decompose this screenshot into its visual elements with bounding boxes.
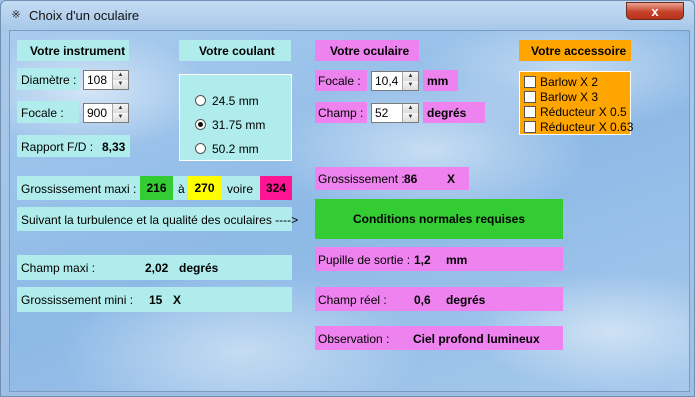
radio-icon[interactable]	[195, 143, 206, 154]
max-field-value: 2,02	[145, 261, 169, 275]
coulant-option-label: 24.5 mm	[212, 94, 259, 108]
coulant-option-label: 31.75 mm	[212, 118, 266, 132]
turbulence-note-box: Suivant la turbulence et la qualité des …	[17, 207, 298, 231]
instrument-focal-label: Focale :	[21, 106, 64, 120]
real-field-unit: degrés	[446, 293, 486, 307]
coulant-option-label: 50.2 mm	[212, 142, 259, 156]
focal-label-box: Focale :	[17, 101, 79, 123]
ratio-value: 8,33	[102, 140, 126, 154]
pupil-label: Pupille de sortie :	[318, 253, 411, 267]
instrument-focal-stepper[interactable]: 900 ▲ ▼	[83, 103, 129, 123]
checkbox-icon[interactable]	[524, 106, 536, 118]
magnification-label: Grossissement :	[318, 172, 405, 186]
coulant-header: Votre coulant	[179, 40, 291, 61]
pupil-box: Pupille de sortie : 1,2 mm	[315, 247, 563, 271]
diameter-label-box: Diamètre :	[17, 68, 79, 90]
real-field-value: 0,6	[414, 293, 431, 307]
max-magnification-or-word: voire	[227, 182, 254, 196]
min-magnification-unit: X	[173, 293, 182, 307]
min-magnification-box: Grossissement mini : 15 X	[17, 287, 292, 312]
oculaire-focal-label-box: Focale :	[315, 70, 367, 91]
focal-down-arrow-icon[interactable]: ▼	[113, 113, 128, 122]
radio-selected-icon[interactable]	[195, 119, 206, 130]
title-bar[interactable]: ※ Choix d'un oculaire x	[1, 1, 694, 29]
instrument-header: Votre instrument	[17, 40, 129, 61]
window-title: Choix d'un oculaire	[29, 8, 140, 23]
oculaire-focal-stepper[interactable]: 10,4 ▲ ▼	[371, 71, 419, 91]
oculaire-focal-unit: mm	[427, 74, 449, 88]
instrument-focal-value: 900	[87, 106, 108, 120]
diameter-down-arrow-icon[interactable]: ▼	[113, 80, 128, 89]
oculaire-field-label-box: Champ :	[315, 102, 367, 123]
accessoire-barlow-3[interactable]: Barlow X 3	[524, 89, 630, 104]
observation-box: Observation : Ciel profond lumineux	[315, 326, 563, 350]
min-magnification-label: Grossissement mini :	[21, 293, 134, 307]
oculaire-focal-value: 10,4	[375, 74, 399, 88]
main-panel: Votre instrument Diamètre : 108 ▲ ▼ Focal…	[9, 30, 690, 392]
max-field-box: Champ maxi : 2,02 degrés	[17, 255, 292, 280]
turbulence-note: Suivant la turbulence et la qualité des …	[21, 213, 299, 227]
accessoire-item-label: Barlow X 3	[540, 90, 599, 104]
accessoire-item-label: Réducteur X 0.5	[540, 105, 627, 119]
real-field-box: Champ réel : 0,6 degrés	[315, 287, 563, 311]
coulant-header-label: Votre coulant	[199, 44, 275, 58]
observation-value: Ciel profond lumineux	[413, 332, 540, 346]
oculaire-field-unit-box: degrés	[423, 102, 485, 123]
oculaire-field-down-arrow-icon[interactable]: ▼	[403, 113, 418, 122]
accessoire-reducteur-0-5[interactable]: Réducteur X 0.5	[524, 104, 630, 119]
oculaire-field-unit: degrés	[427, 106, 467, 120]
magnification-unit: X	[447, 172, 456, 186]
coulant-option-31-75[interactable]: 31.75 mm	[195, 117, 285, 133]
oculaire-field-stepper[interactable]: 52 ▲ ▼	[371, 103, 419, 123]
ratio-box: Rapport F/D : 8,33	[17, 135, 130, 157]
diameter-value: 108	[87, 73, 108, 87]
checkbox-icon[interactable]	[524, 76, 536, 88]
coulant-radio-group: 24.5 mm 31.75 mm 50.2 mm	[179, 74, 292, 161]
oculaire-header: Votre oculaire	[315, 40, 419, 61]
diameter-label: Diamètre :	[21, 73, 77, 87]
oculaire-focal-down-arrow-icon[interactable]: ▼	[403, 81, 418, 90]
max-magnification-box: Grossissement maxi : 216 à 270 voire 324	[17, 176, 292, 200]
max-magnification-high: 270	[188, 176, 221, 200]
oculaire-header-label: Votre oculaire	[330, 44, 410, 58]
real-field-label: Champ réel :	[318, 293, 387, 307]
checkbox-icon[interactable]	[524, 121, 536, 133]
max-field-label: Champ maxi :	[21, 261, 96, 275]
accessoire-item-label: Réducteur X 0.63	[540, 120, 634, 134]
max-magnification-label: Grossissement maxi :	[21, 182, 137, 196]
oculaire-focal-label: Focale :	[318, 74, 361, 88]
ratio-label: Rapport F/D :	[21, 140, 94, 154]
accessoire-barlow-2[interactable]: Barlow X 2	[524, 74, 630, 89]
app-window: ※ Choix d'un oculaire x Votre instrument…	[0, 0, 695, 397]
accessoire-reducteur-0-63[interactable]: Réducteur X 0.63	[524, 119, 634, 134]
max-magnification-to-word: à	[178, 182, 185, 196]
instrument-header-label: Votre instrument	[30, 44, 126, 58]
magnification-box: Grossissement : 86 X	[315, 167, 469, 190]
diameter-stepper[interactable]: 108 ▲ ▼	[83, 70, 129, 90]
accessoire-header-label: Votre accessoire	[531, 44, 627, 58]
min-magnification-value: 15	[149, 293, 163, 307]
max-magnification-low: 216	[140, 176, 173, 200]
accessoire-item-label: Barlow X 2	[540, 75, 599, 89]
oculaire-focal-unit-box: mm	[423, 70, 458, 91]
oculaire-field-label: Champ :	[318, 106, 364, 120]
app-icon: ※	[11, 9, 21, 21]
radio-icon[interactable]	[195, 95, 206, 106]
max-magnification-extreme: 324	[260, 176, 292, 200]
coulant-option-24-5[interactable]: 24.5 mm	[195, 93, 285, 109]
accessoire-header: Votre accessoire	[519, 40, 631, 61]
pupil-value: 1,2	[414, 253, 431, 267]
close-button[interactable]: x	[626, 2, 684, 20]
observation-label: Observation :	[318, 332, 390, 346]
accessoire-checkbox-list: Barlow X 2 Barlow X 3 Réducteur X 0.5 Ré…	[519, 71, 634, 135]
magnification-value: 86	[404, 172, 418, 186]
checkbox-icon[interactable]	[524, 91, 536, 103]
coulant-option-50-2[interactable]: 50.2 mm	[195, 141, 285, 157]
oculaire-field-value: 52	[375, 106, 389, 120]
pupil-unit: mm	[446, 253, 468, 267]
conditions-banner: Conditions normales requises	[315, 199, 563, 239]
max-field-unit: degrés	[179, 261, 219, 275]
